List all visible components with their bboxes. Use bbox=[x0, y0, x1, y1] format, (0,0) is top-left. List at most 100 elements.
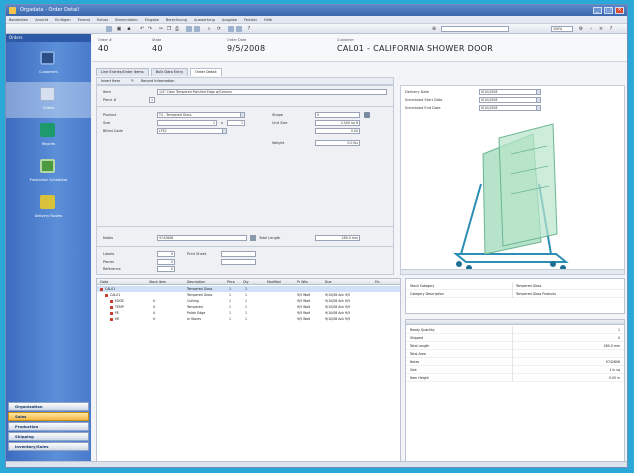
property-row[interactable]: Stock Category Tempered Glass bbox=[406, 282, 624, 290]
close-doc-icon[interactable]: × bbox=[598, 26, 604, 32]
forward-icon[interactable]: › bbox=[588, 26, 594, 32]
property-row[interactable]: Category Description Tempered Glass Produ… bbox=[406, 290, 624, 298]
property-row[interactable]: Total Area bbox=[406, 350, 624, 358]
size-width-field[interactable]: 1 bbox=[157, 120, 217, 126]
property-row[interactable]: Size 1 in sq bbox=[406, 366, 624, 374]
labels-field[interactable]: 0 bbox=[157, 251, 175, 257]
table-row[interactable]: HE U In Stores 1 1 9/5 Wait 9/10/08 Ack 9/5 bbox=[97, 316, 400, 322]
menu-item[interactable]: Hilfe bbox=[264, 16, 272, 23]
extra-field[interactable] bbox=[221, 259, 256, 265]
total-length-field[interactable]: 280.0 mm bbox=[315, 235, 360, 241]
minimize-icon[interactable]: _ bbox=[593, 7, 602, 14]
search-icon[interactable]: ⌕ bbox=[206, 26, 212, 32]
billed-code-select[interactable]: LFE2 bbox=[157, 128, 227, 134]
save-icon[interactable]: ▪ bbox=[126, 26, 132, 32]
menu-item[interactable]: Fenster bbox=[244, 16, 257, 23]
property-row[interactable]: Notes 9742808 bbox=[406, 358, 624, 366]
preview-scrollbar[interactable] bbox=[401, 269, 624, 274]
refresh-icon[interactable]: ⟳ bbox=[216, 26, 222, 32]
nav-item-delivery-routes[interactable]: Delivery Routes bbox=[6, 190, 91, 226]
unit-size-field[interactable]: 2.500 sq ft bbox=[315, 120, 360, 126]
column-header[interactable]: Description bbox=[187, 279, 205, 285]
nav-section-shipping[interactable]: Shipping bbox=[8, 432, 89, 441]
menu-item[interactable]: Ansicht bbox=[35, 16, 48, 23]
scheduled-start-field[interactable]: 9/10/2008 bbox=[479, 97, 541, 103]
close-icon[interactable]: × bbox=[615, 7, 624, 14]
tab-line-entries[interactable]: Line Entries/Order Items bbox=[96, 68, 149, 76]
nav-section-organization[interactable]: Organization bbox=[8, 402, 89, 411]
column-header[interactable]: Pr Wks bbox=[297, 279, 308, 285]
chevron-down-icon[interactable] bbox=[222, 129, 226, 133]
weight-field[interactable]: 0.0 lbs bbox=[315, 140, 360, 146]
help-icon[interactable]: ? bbox=[246, 26, 252, 32]
menu-item[interactable]: Bearbeiten bbox=[9, 16, 28, 23]
column-header[interactable]: Stock Item bbox=[149, 279, 166, 285]
menu-item[interactable]: Extras bbox=[97, 16, 108, 23]
reference-field[interactable]: 0 bbox=[157, 266, 175, 272]
column-header[interactable]: Fin bbox=[375, 279, 380, 285]
piece-field[interactable]: 1 bbox=[149, 97, 155, 103]
tool-icon[interactable] bbox=[186, 26, 192, 32]
maximize-icon[interactable]: □ bbox=[604, 7, 613, 14]
new-icon[interactable] bbox=[106, 26, 112, 32]
property-row[interactable]: Total Length 280.0 mm bbox=[406, 342, 624, 350]
insert-item-button[interactable]: Insert Item bbox=[101, 78, 120, 85]
size-height-field[interactable]: 1 bbox=[227, 120, 245, 126]
menu-item[interactable]: Stammdaten bbox=[115, 16, 138, 23]
edit-icon[interactable]: ✎ bbox=[131, 78, 134, 85]
column-header[interactable]: Qty bbox=[243, 279, 249, 285]
zoom-select[interactable]: 100% bbox=[551, 26, 573, 32]
column-header[interactable]: Code bbox=[100, 279, 108, 285]
menu-item[interactable]: Format bbox=[78, 16, 90, 23]
column-header[interactable]: Modified bbox=[267, 279, 281, 285]
nav-item-reports[interactable]: Reports bbox=[6, 118, 91, 154]
cut-icon[interactable]: ✂ bbox=[158, 26, 164, 32]
chevron-down-icon[interactable] bbox=[240, 113, 244, 117]
nav-item-production-schedules[interactable]: Production Schedules bbox=[6, 154, 91, 190]
undo-icon[interactable]: ↶ bbox=[139, 26, 145, 32]
record-info-button[interactable]: Record Information bbox=[141, 78, 174, 85]
menu-item[interactable]: Einfügen bbox=[55, 16, 70, 23]
menu-item[interactable]: Eingabe bbox=[145, 16, 159, 23]
calendar-icon[interactable] bbox=[536, 98, 540, 102]
calendar-icon[interactable] bbox=[536, 90, 540, 94]
product-select[interactable]: T4 - Tempered Glass bbox=[157, 112, 245, 118]
item-field[interactable]: 1/4" Clear Tempered Polished Edge w/Corn… bbox=[157, 89, 387, 95]
menu-item[interactable]: Auswertung bbox=[194, 16, 215, 23]
calculator-icon[interactable] bbox=[250, 235, 256, 241]
column-header[interactable]: Price bbox=[227, 279, 235, 285]
zoom-icon[interactable]: ⊕ bbox=[431, 26, 437, 32]
search-input[interactable] bbox=[441, 26, 509, 32]
notes-field[interactable]: 9742808 bbox=[157, 235, 247, 241]
copy-icon[interactable]: ❐ bbox=[166, 26, 172, 32]
menu-item[interactable]: Berechnung bbox=[166, 16, 187, 23]
shape-field[interactable]: 0 bbox=[315, 112, 360, 118]
nav-item-orders[interactable]: Orders bbox=[6, 82, 91, 118]
property-row[interactable]: Shipped 0 bbox=[406, 334, 624, 342]
property-row[interactable]: Ready Quantity 1 bbox=[406, 326, 624, 334]
tab-order-detail[interactable]: Order Detail bbox=[190, 68, 222, 76]
shape-picker-icon[interactable] bbox=[364, 112, 370, 118]
nav-section-production[interactable]: Production bbox=[8, 422, 89, 431]
property-row[interactable]: Item Height 0.00 in bbox=[406, 374, 624, 382]
tab-bulk-entry[interactable]: Bulk Data Entry bbox=[150, 68, 189, 76]
help-icon[interactable]: ? bbox=[608, 26, 614, 32]
calendar-icon[interactable] bbox=[536, 106, 540, 110]
redo-icon[interactable]: ↷ bbox=[147, 26, 153, 32]
tool-icon[interactable] bbox=[228, 26, 234, 32]
menu-item[interactable]: Ausgabe bbox=[222, 16, 237, 23]
column-header[interactable]: Due bbox=[325, 279, 331, 285]
nav-section-sales[interactable]: Sales bbox=[8, 412, 89, 421]
tool-icon[interactable] bbox=[236, 26, 242, 32]
charge-field[interactable]: 0.00 bbox=[315, 128, 360, 134]
delivery-date-field[interactable]: 9/10/2008 bbox=[479, 89, 541, 95]
print-sheet-field[interactable] bbox=[221, 251, 256, 257]
nav-section-inventory[interactable]: Inventory/Sales bbox=[8, 442, 89, 451]
tool-icon[interactable] bbox=[194, 26, 200, 32]
nav-item-customers[interactable]: Customers bbox=[6, 46, 91, 82]
open-icon[interactable]: ▣ bbox=[116, 26, 122, 32]
pieces-field[interactable]: 0 bbox=[157, 259, 175, 265]
scheduled-end-field[interactable]: 9/10/2008 bbox=[479, 105, 541, 111]
print-icon[interactable]: ⎙ bbox=[174, 26, 180, 32]
settings-icon[interactable]: ⚙ bbox=[578, 26, 584, 32]
